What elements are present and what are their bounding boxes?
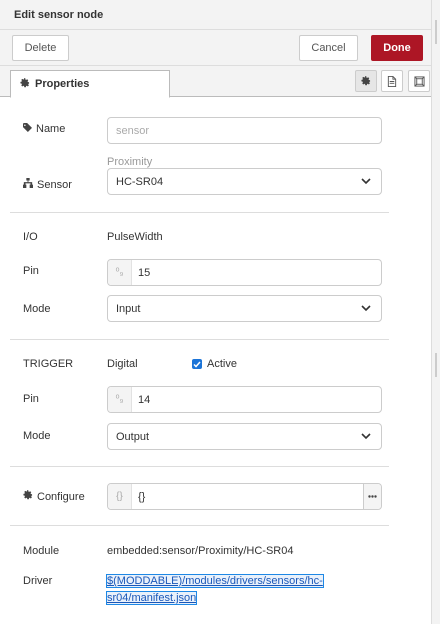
json-type-icon[interactable]: {}	[108, 484, 132, 509]
trigger-mode-select[interactable]: Output	[107, 423, 382, 450]
configure-label: Configure	[23, 490, 85, 503]
io-pin-input[interactable]: ⁰₉ 15	[107, 259, 382, 286]
active-checkbox[interactable]: Active	[192, 358, 237, 370]
dialog-toolbar: Delete Cancel Done	[0, 30, 431, 66]
gear-icon[interactable]	[355, 70, 377, 92]
number-type-icon[interactable]: ⁰₉	[108, 260, 132, 285]
divider	[10, 212, 389, 213]
name-label: Name	[23, 123, 65, 135]
description-icon[interactable]	[381, 70, 403, 92]
panel-resize-strip[interactable]	[431, 0, 440, 624]
module-label: Module	[23, 545, 60, 557]
tab-properties[interactable]: Properties	[10, 70, 170, 98]
appearance-icon[interactable]	[408, 70, 430, 92]
done-button[interactable]: Done	[371, 35, 423, 61]
driver-label: Driver	[23, 575, 53, 587]
gear-icon	[23, 490, 33, 503]
io-pin-label: Pin	[23, 265, 39, 277]
chevron-down-icon	[361, 176, 373, 188]
trigger-mode-label: Mode	[23, 430, 51, 442]
tab-bar: Properties	[0, 66, 431, 98]
trigger-type: Digital	[107, 358, 138, 370]
resize-grip[interactable]	[435, 20, 437, 44]
trigger-pin-label: Pin	[23, 393, 39, 405]
driver-link[interactable]: $(MODDABLE)/modules/drivers/sensors/hc-s…	[105, 573, 337, 607]
divider	[10, 466, 389, 467]
tag-icon	[23, 123, 32, 135]
module-value: embedded:sensor/Proximity/HC-SR04	[107, 545, 294, 557]
resize-grip[interactable]	[435, 353, 437, 377]
io-type: PulseWidth	[107, 231, 163, 243]
checkbox-checked-icon[interactable]	[192, 359, 202, 369]
sitemap-icon	[23, 178, 33, 191]
chevron-down-icon	[361, 431, 373, 443]
gear-icon	[20, 78, 30, 91]
trigger-pin-input[interactable]: ⁰₉ 14	[107, 386, 382, 413]
sensor-group-label: Proximity	[107, 156, 153, 168]
number-type-icon[interactable]: ⁰₉	[108, 387, 132, 412]
sensor-label: Sensor	[23, 178, 72, 191]
trigger-label: TRIGGER	[23, 358, 74, 370]
tab-label: Properties	[35, 78, 90, 90]
io-label: I/O	[23, 231, 38, 243]
cancel-button[interactable]: Cancel	[299, 35, 358, 61]
divider	[10, 339, 389, 340]
divider	[10, 525, 389, 526]
io-mode-label: Mode	[23, 303, 51, 315]
properties-form: Name Proximity Sensor HC-SR04 I/O PulseW…	[0, 97, 431, 624]
name-input[interactable]	[107, 117, 382, 144]
sensor-select[interactable]: HC-SR04	[107, 168, 382, 195]
configure-input[interactable]: {} {}	[107, 483, 382, 510]
active-label: Active	[207, 358, 237, 370]
more-icon[interactable]	[363, 484, 381, 509]
delete-button[interactable]: Delete	[12, 35, 69, 61]
io-mode-select[interactable]: Input	[107, 295, 382, 322]
chevron-down-icon	[361, 303, 373, 315]
dialog-title: Edit sensor node	[0, 0, 431, 30]
